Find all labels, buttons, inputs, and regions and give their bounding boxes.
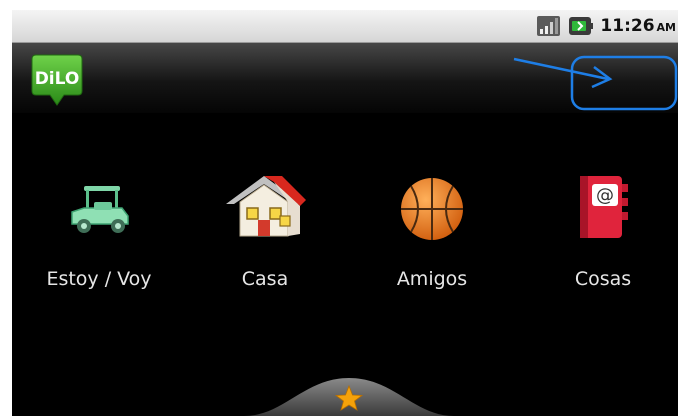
status-bar: 11:26 AM <box>12 10 678 43</box>
category-label: Cosas <box>574 268 632 290</box>
svg-text:@: @ <box>596 185 614 206</box>
logo-text: DiLO <box>35 69 80 89</box>
phone-screen: 11:26 AM DiLO Estoy / Voy Casa Amigos @ … <box>12 10 678 416</box>
category-label: Amigos <box>396 268 468 290</box>
signal-bars-icon <box>537 16 561 36</box>
annotation-highlight <box>513 55 678 111</box>
house-icon <box>226 176 306 237</box>
category-cosas[interactable]: @ Cosas <box>528 176 678 310</box>
status-bar-right: 11:26 AM <box>536 10 678 42</box>
dilo-logo[interactable]: DiLO <box>30 53 84 107</box>
category-label: Casa <box>241 268 289 290</box>
basketball-icon <box>401 178 463 240</box>
category-estoy-voy[interactable]: Estoy / Voy <box>24 180 174 310</box>
golf-cart-icon <box>71 186 129 233</box>
category-amigos[interactable]: Amigos <box>357 178 507 310</box>
category-label: Estoy / Voy <box>46 268 152 290</box>
clock-time: 11:26 <box>600 16 655 36</box>
battery-icon <box>569 17 594 35</box>
favorites-tab[interactable] <box>244 376 454 416</box>
clock-ampm: AM <box>656 21 676 34</box>
category-grid: Estoy / Voy Casa Amigos @ Cosas <box>12 176 678 310</box>
address-book-icon: @ <box>580 176 628 238</box>
status-clock: 11:26 AM <box>600 16 676 36</box>
category-casa[interactable]: Casa <box>190 176 340 310</box>
